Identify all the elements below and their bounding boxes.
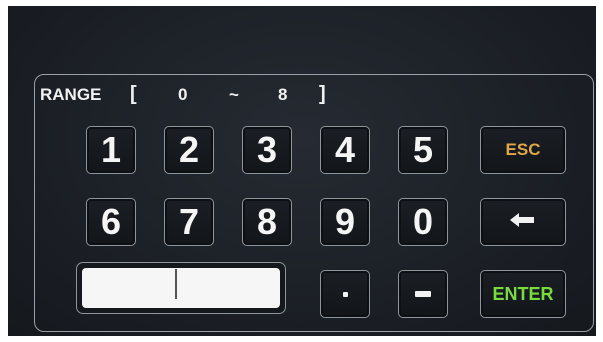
range-min-value: 0 [178, 85, 188, 104]
key-0[interactable]: 0 [398, 198, 448, 246]
key-6[interactable]: 6 [86, 198, 136, 246]
range-close-bracket: ] [319, 83, 326, 105]
range-display: RANGE [ 0 ~ 8 ] [40, 83, 340, 113]
value-input-frame[interactable] [76, 262, 286, 314]
key-5[interactable]: 5 [398, 126, 448, 174]
esc-button[interactable]: ESC [480, 126, 566, 174]
range-open-bracket: [ [130, 83, 137, 105]
decimal-point-button[interactable] [320, 270, 370, 318]
key-3[interactable]: 3 [242, 126, 292, 174]
text-caret [175, 269, 177, 299]
enter-button[interactable]: ENTER [480, 270, 566, 318]
arrow-left-icon [510, 212, 536, 232]
range-max-value: 8 [278, 85, 288, 104]
minus-icon [415, 291, 431, 297]
range-separator: ~ [229, 85, 239, 104]
key-8[interactable]: 8 [242, 198, 292, 246]
backspace-button[interactable] [480, 198, 566, 246]
range-label: RANGE [40, 85, 102, 104]
key-7[interactable]: 7 [164, 198, 214, 246]
key-1[interactable]: 1 [86, 126, 136, 174]
value-input[interactable] [82, 268, 280, 308]
decimal-point-icon [342, 291, 348, 297]
key-9[interactable]: 9 [320, 198, 370, 246]
key-2[interactable]: 2 [164, 126, 214, 174]
key-4[interactable]: 4 [320, 126, 370, 174]
minus-button[interactable] [398, 270, 448, 318]
